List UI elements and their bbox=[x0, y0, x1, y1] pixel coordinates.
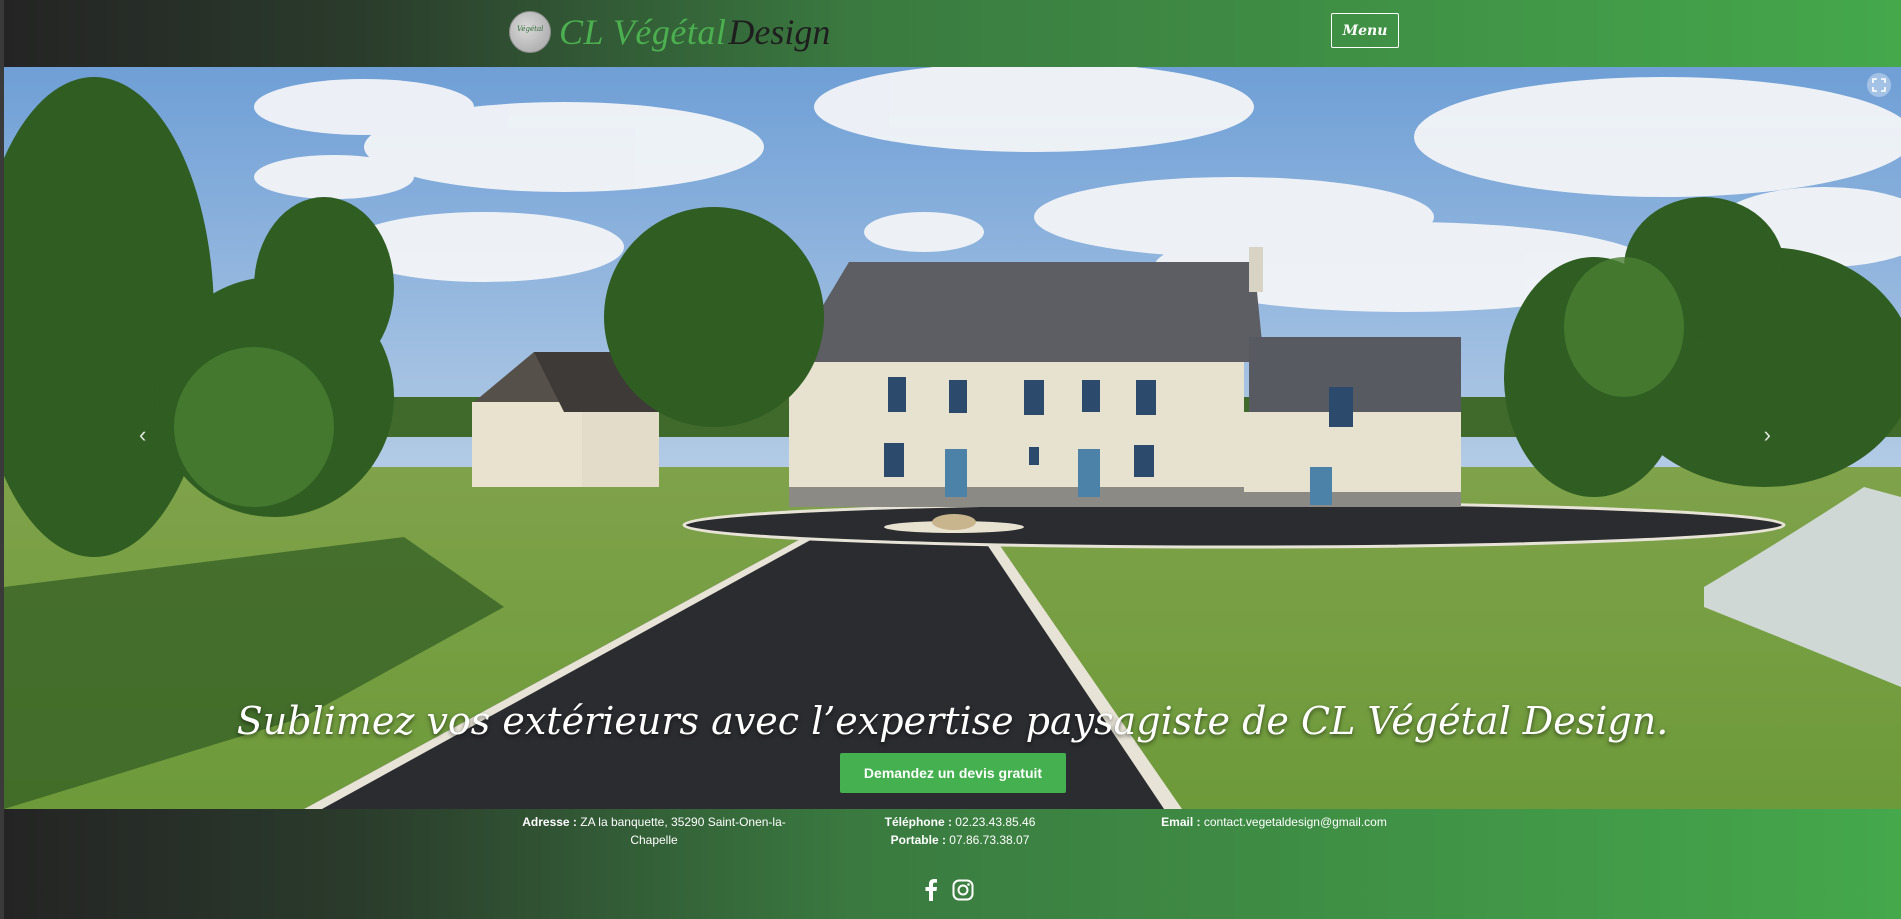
email-label: Email : bbox=[1161, 815, 1201, 829]
address-label: Adresse : bbox=[522, 815, 577, 829]
facebook-icon[interactable] bbox=[924, 879, 938, 904]
mobile-value[interactable]: 07.86.73.38.07 bbox=[949, 833, 1029, 847]
footer-phones: Téléphone : 02.23.43.85.46 Portable : 07… bbox=[840, 813, 1080, 849]
site-header: Végétal CL Végétal Design Menu bbox=[4, 0, 1901, 67]
logo-text-green: CL Végétal bbox=[559, 12, 727, 52]
footer-email: Email : contact.vegetaldesign@gmail.com bbox=[1134, 813, 1414, 831]
menu-button[interactable]: Menu bbox=[1331, 13, 1399, 48]
social-links bbox=[924, 879, 974, 904]
next-slide-arrow[interactable]: › bbox=[1764, 422, 1771, 448]
hero-photo bbox=[4, 67, 1901, 809]
site-footer: Adresse : ZA la banquette, 35290 Saint-O… bbox=[4, 809, 1901, 919]
mobile-line: Portable : 07.86.73.38.07 bbox=[840, 831, 1080, 849]
logo-badge-text: Végétal bbox=[517, 25, 544, 33]
logo-text-dark: Design bbox=[728, 12, 831, 52]
footer-address: Adresse : ZA la banquette, 35290 Saint-O… bbox=[504, 813, 804, 849]
expand-icon[interactable] bbox=[1867, 73, 1891, 97]
phone-line: Téléphone : 02.23.43.85.46 bbox=[840, 813, 1080, 831]
logo-badge: Végétal bbox=[509, 11, 551, 53]
phone-value[interactable]: 02.23.43.85.46 bbox=[955, 815, 1035, 829]
address-value: ZA la banquette, 35290 Saint-Onen-la-Cha… bbox=[580, 815, 786, 847]
prev-slide-arrow[interactable]: ‹ bbox=[139, 422, 146, 448]
site-logo[interactable]: Végétal CL Végétal Design bbox=[509, 10, 830, 54]
instagram-icon[interactable] bbox=[952, 879, 974, 904]
phone-label: Téléphone : bbox=[884, 815, 952, 829]
hero-tagline: Sublimez vos extérieurs avec l’expertise… bbox=[236, 699, 1669, 743]
mobile-label: Portable : bbox=[890, 833, 946, 847]
quote-request-button[interactable]: Demandez un devis gratuit bbox=[840, 753, 1066, 793]
hero-slider: ‹ › Sublimez vos extérieurs avec l’exper… bbox=[4, 67, 1901, 809]
email-value[interactable]: contact.vegetaldesign@gmail.com bbox=[1204, 815, 1387, 829]
